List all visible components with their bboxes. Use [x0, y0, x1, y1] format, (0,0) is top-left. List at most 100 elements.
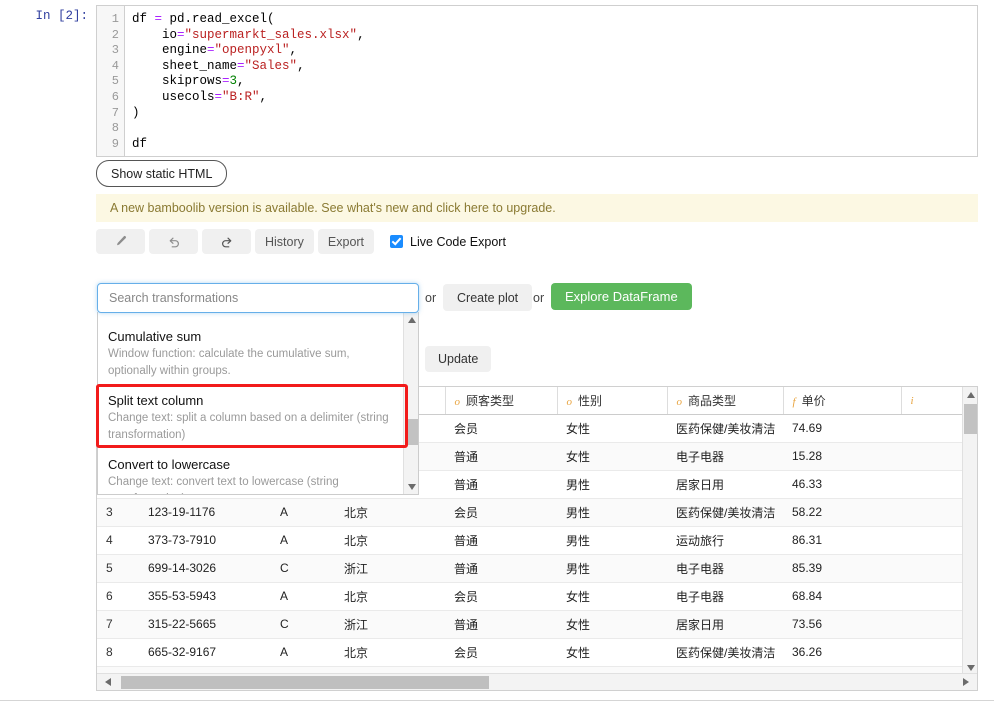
code-line: df: [132, 136, 148, 151]
create-plot-button[interactable]: Create plot: [443, 284, 533, 311]
column-type-indicator: f: [792, 395, 796, 408]
line-number: 1: [111, 12, 119, 26]
table-cell: 46.33: [783, 470, 901, 499]
table-cell: [901, 414, 963, 443]
line-number: 3: [111, 43, 119, 58]
table-cell: 居家日用: [667, 610, 783, 639]
dropdown-item-title: Cumulative sum: [108, 329, 202, 344]
dropdown-item[interactable]: optionally within groups.: [98, 312, 404, 323]
table-cell: [901, 470, 963, 499]
table-row[interactable]: 6 355-53-5943 A 北京 会员 女性 电子电器 68.84: [97, 582, 963, 611]
table-cell: 女性: [557, 610, 667, 639]
table-row[interactable]: 8 665-32-9167 A 北京 会员 女性 医药保健/美妆清洁 36.26: [97, 638, 963, 667]
table-row[interactable]: 7 315-22-5665 C 浙江 普通 女性 居家日用 73.56: [97, 610, 963, 639]
dropdown-scroll-down-arrow[interactable]: [404, 479, 418, 494]
table-cell: 居家日用: [667, 470, 783, 499]
table-cell: 会员: [445, 498, 557, 527]
undo-button[interactable]: [149, 229, 198, 254]
table-cell: 女性: [557, 442, 667, 471]
table-cell: 浙江: [335, 610, 445, 639]
line-number: 2: [111, 27, 119, 42]
undo-icon: [167, 235, 181, 249]
dropdown-item[interactable]: Cumulative sum Window function: calculate…: [98, 323, 404, 387]
dropdown-scroll-thumb[interactable]: [405, 419, 418, 445]
row-index-cell: 6: [97, 582, 139, 611]
table-cell: 普通: [445, 470, 557, 499]
dropdown-scroll-up-arrow[interactable]: [404, 312, 418, 327]
history-button[interactable]: History: [255, 229, 314, 254]
table-cell: 电子电器: [667, 582, 783, 611]
row-index-cell: 3: [97, 498, 139, 527]
table-cell: 医药保健/美妆清洁: [667, 638, 783, 667]
table-cell: [901, 526, 963, 555]
column-label: 商品类型: [688, 393, 737, 408]
table-cell: 58.22: [783, 498, 901, 527]
table-cell: 女性: [557, 414, 667, 443]
code-editor[interactable]: df = pd.read_excel( io="supermarkt_sales…: [125, 6, 977, 156]
dropdown-item[interactable]: Convert to lowercase Change text: convert…: [98, 451, 404, 494]
table-cell: C: [271, 610, 335, 639]
table-row[interactable]: 3 123-19-1176 A 北京 会员 男性 医药保健/美妆清洁 58.22: [97, 498, 963, 527]
dropdown-item-description: Change text: split a column based on a d…: [108, 412, 389, 441]
table-cell: 普通: [445, 442, 557, 471]
live-code-export-checkbox[interactable]: [390, 235, 404, 248]
redo-icon: [220, 235, 234, 249]
live-code-export-label: Live Code Export: [410, 234, 506, 249]
table-cell: 会员: [445, 582, 557, 611]
table-row[interactable]: 5 699-14-3026 C 浙江 普通 男性 电子电器 85.39: [97, 554, 963, 583]
column-label: 单价: [801, 393, 826, 408]
cell-prompt: In [2]:: [35, 9, 88, 23]
table-column-header[interactable]: i: [901, 387, 964, 415]
table-cell: 电子电器: [667, 442, 783, 471]
table-cell: 女性: [557, 638, 667, 667]
redo-button[interactable]: [202, 229, 251, 254]
table-cell: 北京: [335, 526, 445, 555]
table-horizontal-scrollbar[interactable]: [97, 673, 977, 690]
search-transformations-container[interactable]: [97, 283, 419, 313]
line-number: 7: [111, 105, 119, 120]
table-cell: [901, 638, 963, 667]
table-cell: 68.84: [783, 582, 901, 611]
table-vertical-scroll-thumb[interactable]: [964, 404, 977, 434]
table-cell: [901, 554, 963, 583]
table-column-header[interactable]: o 商品类型: [667, 387, 784, 415]
version-banner-text: A new bamboolib version is available. Se…: [110, 201, 556, 215]
table-column-header[interactable]: o 性别: [557, 387, 668, 415]
code-line: usecols="B:R",: [132, 89, 268, 104]
table-cell: 36.26: [783, 638, 901, 667]
table-horizontal-scroll-thumb[interactable]: [121, 676, 489, 689]
bamboolib-toolbar: History Export Live Code Export: [96, 229, 506, 254]
code-line: io="supermarkt_sales.xlsx",: [132, 27, 365, 42]
code-line: skiprows=3,: [132, 74, 245, 89]
page-bottom-rule: [0, 700, 994, 701]
table-column-header[interactable]: f 单价: [783, 387, 902, 415]
code-line: df = pd.read_excel(: [132, 12, 275, 26]
table-cell: 北京: [335, 638, 445, 667]
show-static-html-button[interactable]: Show static HTML: [96, 160, 228, 187]
table-cell: 电子电器: [667, 554, 783, 583]
table-cell: 会员: [445, 638, 557, 667]
dropdown-item[interactable]: Split text column Change text: split a co…: [98, 387, 404, 451]
search-input[interactable]: [107, 290, 418, 306]
table-scroll-left-arrow[interactable]: [100, 674, 116, 690]
table-column-header[interactable]: o 顾客类型: [445, 387, 558, 415]
dropdown-scrollbar[interactable]: [403, 312, 418, 494]
update-button[interactable]: Update: [425, 346, 492, 372]
table-cell: 85.39: [783, 554, 901, 583]
table-cell: 男性: [557, 554, 667, 583]
table-scroll-right-arrow[interactable]: [958, 674, 974, 690]
code-cell[interactable]: 123456789 df = pd.read_excel( io="superm…: [96, 5, 978, 157]
version-banner[interactable]: A new bamboolib version is available. Se…: [96, 194, 978, 222]
line-number: 4: [111, 58, 119, 73]
table-vertical-scrollbar[interactable]: [962, 387, 977, 675]
column-type-indicator: o: [454, 395, 461, 408]
transformations-dropdown[interactable]: optionally within groups. Cumulative sum W…: [97, 312, 419, 495]
line-number: 5: [111, 74, 119, 89]
edit-button[interactable]: [96, 229, 145, 254]
table-row[interactable]: 4 373-73-7910 A 北京 普通 男性 运动旅行 86.31: [97, 526, 963, 555]
export-button[interactable]: Export: [317, 229, 375, 254]
explore-dataframe-button[interactable]: Explore DataFrame: [551, 283, 692, 310]
line-number-gutter: 123456789: [97, 6, 125, 156]
line-number: 9: [111, 136, 119, 151]
table-scroll-up-arrow[interactable]: [963, 387, 977, 402]
